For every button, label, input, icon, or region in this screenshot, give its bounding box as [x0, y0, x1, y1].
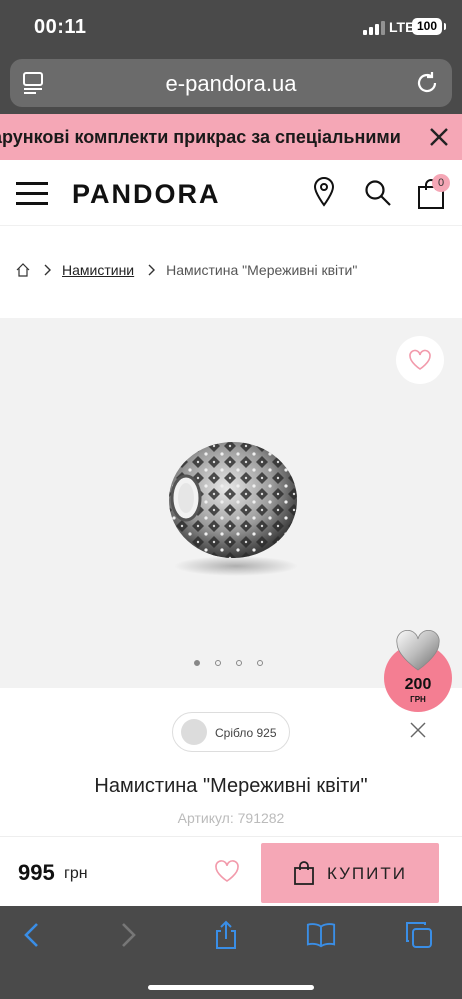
gift-amount: 200 [404, 676, 432, 693]
buy-button-label: КУПИТИ [327, 864, 407, 883]
back-icon[interactable] [18, 920, 48, 950]
wishlist-heart-icon[interactable] [214, 859, 240, 883]
gift-promo-badge[interactable]: 200 ГРН [384, 630, 452, 712]
home-icon[interactable] [16, 263, 30, 277]
material-option[interactable]: Срібло 925 [172, 712, 290, 752]
gallery-dot[interactable] [257, 660, 263, 666]
tabs-icon[interactable] [404, 920, 434, 950]
product-sku: Артикул: 791282 [0, 810, 462, 826]
gift-currency: ГРН [410, 695, 426, 704]
home-indicator [148, 985, 314, 990]
reload-icon[interactable] [414, 70, 440, 96]
product-title: Намистина "Мереживні квіти" [94, 775, 368, 797]
bookmarks-icon[interactable] [306, 920, 336, 950]
status-bar: 00:11 LTE 100 [0, 0, 462, 56]
chevron-right-icon [148, 264, 156, 276]
sku-label: Артикул: [177, 810, 234, 826]
material-label: Срібло 925 [215, 726, 277, 740]
site-header: PANDORA [0, 160, 462, 226]
cart-count-badge: 0 [432, 174, 450, 192]
wishlist-button[interactable] [396, 336, 444, 384]
promo-text: арункові комплекти прикрас за спеціальни… [0, 127, 401, 147]
breadcrumb: Намистини Намистина "Мереживні квіти" [16, 260, 357, 280]
close-icon[interactable] [408, 720, 428, 740]
network-label: LTE [389, 19, 415, 35]
gallery-dot[interactable] [194, 660, 200, 666]
share-icon[interactable] [211, 920, 241, 950]
promo-banner[interactable]: арункові комплекти прикрас за спеціальни… [0, 114, 462, 160]
breadcrumb-current: Намистина "Мереживні квіти" [166, 262, 358, 278]
gallery-dot[interactable] [236, 660, 242, 666]
sku-value: 791282 [237, 810, 285, 826]
status-time: 00:11 [34, 16, 87, 38]
buy-bar: 995 грн КУПИТИ [0, 836, 462, 908]
close-icon[interactable] [426, 124, 452, 150]
browser-toolbar [0, 906, 462, 999]
battery-icon: 100 [412, 18, 446, 35]
store-locator-icon[interactable] [313, 177, 335, 207]
shopping-bag-icon [294, 861, 314, 885]
address-domain: e-pandora.ua [165, 71, 297, 96]
silver-heart-icon [396, 630, 440, 671]
buy-button[interactable]: КУПИТИ [261, 843, 439, 903]
search-icon[interactable] [364, 179, 392, 207]
browser-address-area: e-pandora.ua [0, 56, 462, 114]
product-gallery[interactable] [0, 318, 462, 688]
pandora-logo[interactable]: PANDORA [72, 179, 221, 210]
hamburger-menu-icon[interactable] [16, 182, 48, 206]
material-swatch [181, 719, 207, 745]
signal-icon [363, 20, 385, 35]
product-image [169, 442, 298, 576]
gallery-pagination [194, 660, 263, 666]
address-bar[interactable]: e-pandora.ua [10, 59, 452, 107]
product-price: 995 [18, 860, 55, 885]
gallery-dot[interactable] [215, 660, 221, 666]
breadcrumb-category-link[interactable]: Намистини [62, 262, 134, 278]
chevron-right-icon [44, 264, 51, 276]
heart-icon [409, 349, 431, 370]
price-currency: грн [64, 865, 88, 882]
forward-icon[interactable] [112, 920, 142, 950]
